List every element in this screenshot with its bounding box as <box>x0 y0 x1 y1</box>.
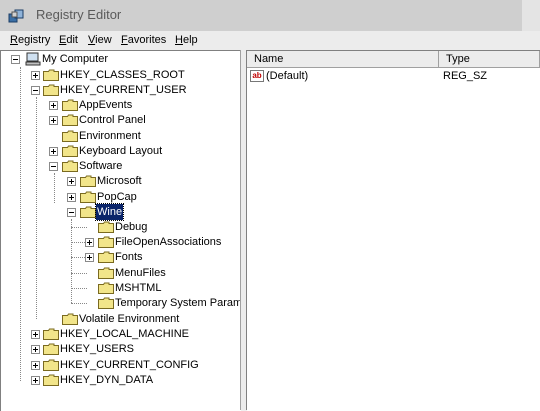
folder-open-icon <box>43 84 59 96</box>
menu-bar: Registry Edit View Favorites Help <box>0 31 540 50</box>
tree-item-my-computer[interactable]: My Computer <box>1 51 241 67</box>
tree-item-temporary-system-parameters[interactable]: Temporary System Paramet <box>1 295 241 311</box>
expand-icon[interactable] <box>31 330 40 339</box>
expand-icon[interactable] <box>49 147 58 156</box>
expand-icon[interactable] <box>49 101 58 110</box>
tree-item-hkey-classes-root[interactable]: HKEY_CLASSES_ROOT <box>1 67 241 83</box>
window-controls[interactable] <box>522 0 540 31</box>
collapse-icon[interactable] <box>67 208 76 217</box>
expand-icon[interactable] <box>85 238 94 247</box>
folder-icon <box>43 359 59 371</box>
collapse-icon[interactable] <box>11 55 20 64</box>
registry-editor-icon <box>8 9 24 23</box>
expand-icon[interactable] <box>85 253 94 262</box>
tree-item-keyboard-layout[interactable]: Keyboard Layout <box>1 143 241 159</box>
menu-registry[interactable]: Registry <box>10 34 50 46</box>
collapse-icon[interactable] <box>49 162 58 171</box>
folder-icon <box>43 328 59 340</box>
folder-open-icon <box>62 160 78 172</box>
folder-icon <box>62 114 78 126</box>
folder-icon <box>62 313 78 325</box>
tree-item-environment[interactable]: Environment <box>1 128 241 144</box>
value-type: REG_SZ <box>443 70 488 82</box>
menu-edit[interactable]: Edit <box>59 34 78 46</box>
registry-tree[interactable]: My Computer HKEY_CLASSES_ROOT HKEY_CURRE… <box>0 50 241 411</box>
tree-item-hkey-dyn-data[interactable]: HKEY_DYN_DATA <box>1 372 241 388</box>
tree-item-microsoft[interactable]: Microsoft <box>1 173 241 189</box>
tree-item-fileopenassociations[interactable]: FileOpenAssociations <box>1 234 241 250</box>
computer-icon <box>25 52 41 66</box>
folder-icon <box>62 145 78 157</box>
folder-icon <box>80 175 96 187</box>
tree-item-debug[interactable]: Debug <box>1 219 241 235</box>
tree-item-software[interactable]: Software <box>1 158 241 174</box>
expand-icon[interactable] <box>31 345 40 354</box>
expand-icon[interactable] <box>31 376 40 385</box>
folder-icon <box>62 99 78 111</box>
menu-help[interactable]: Help <box>175 34 198 46</box>
tree-item-menufiles[interactable]: MenuFiles <box>1 265 241 281</box>
folder-icon <box>43 69 59 81</box>
folder-icon <box>43 343 59 355</box>
tree-item-hkey-users[interactable]: HKEY_USERS <box>1 341 241 357</box>
tree-item-hkey-current-config[interactable]: HKEY_CURRENT_CONFIG <box>1 357 241 373</box>
value-name: (Default) <box>266 70 309 82</box>
menu-view[interactable]: View <box>88 34 112 46</box>
folder-icon <box>43 374 59 386</box>
folder-open-icon <box>80 206 96 218</box>
expand-icon[interactable] <box>67 193 76 202</box>
collapse-icon[interactable] <box>31 86 40 95</box>
tree-item-wine[interactable]: Wine <box>1 203 241 221</box>
string-value-icon: ab <box>250 70 264 82</box>
folder-icon <box>98 267 114 279</box>
column-header-type[interactable]: Type <box>439 51 540 68</box>
folder-icon <box>98 236 114 248</box>
tree-item-fonts[interactable]: Fonts <box>1 249 241 265</box>
folder-icon <box>98 221 114 233</box>
title-bar: Registry Editor <box>0 0 540 31</box>
expand-icon[interactable] <box>31 361 40 370</box>
tree-item-popcap[interactable]: PopCap <box>1 189 241 205</box>
tree-item-control-panel[interactable]: Control Panel <box>1 112 241 128</box>
tree-item-appevents[interactable]: AppEvents <box>1 97 241 113</box>
expand-icon[interactable] <box>49 116 58 125</box>
tree-item-volatile-environment[interactable]: Volatile Environment <box>1 311 241 327</box>
value-row[interactable]: ab (Default) REG_SZ <box>247 68 540 84</box>
window-title: Registry Editor <box>36 7 122 22</box>
folder-icon <box>98 297 114 309</box>
column-header-name[interactable]: Name <box>247 51 439 68</box>
menu-favorites[interactable]: Favorites <box>121 34 166 46</box>
pane-splitter[interactable] <box>240 50 247 410</box>
expand-icon[interactable] <box>67 177 76 186</box>
tree-item-hkey-local-machine[interactable]: HKEY_LOCAL_MACHINE <box>1 326 241 342</box>
tree-item-hkey-current-user[interactable]: HKEY_CURRENT_USER <box>1 82 241 98</box>
tree-item-mshtml[interactable]: MSHTML <box>1 280 241 296</box>
folder-icon <box>98 282 114 294</box>
expand-icon[interactable] <box>31 71 40 80</box>
values-list[interactable]: Name Type ab (Default) REG_SZ <box>247 50 540 411</box>
folder-icon <box>80 191 96 203</box>
folder-icon <box>62 130 78 142</box>
folder-icon <box>98 251 114 263</box>
